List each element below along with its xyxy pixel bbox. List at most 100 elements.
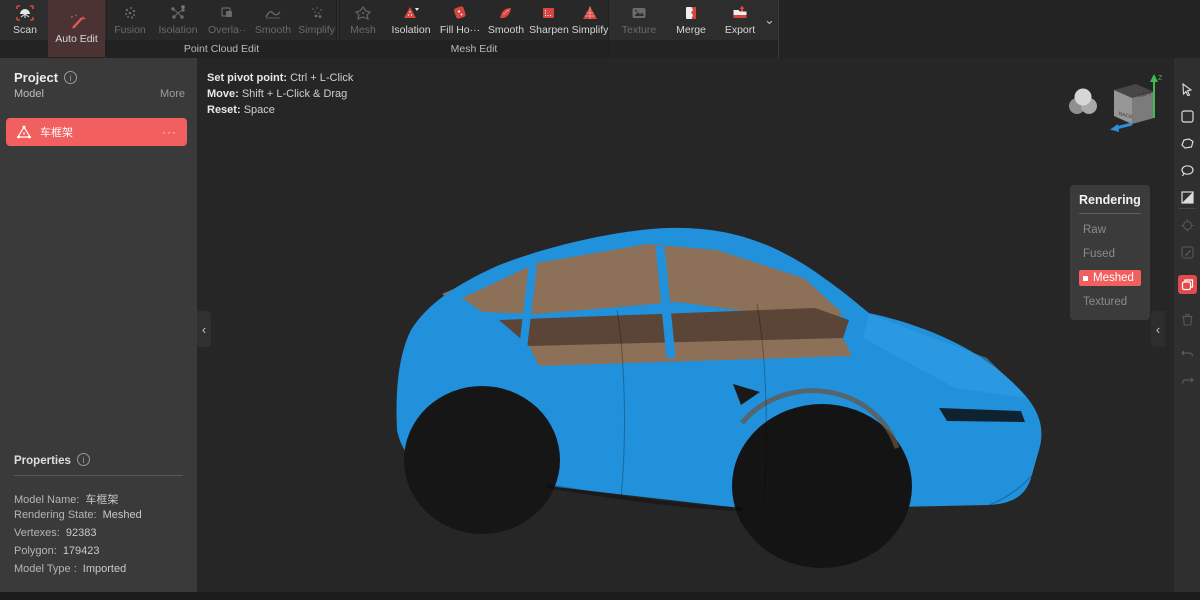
fill-holes-label: Fill Ho··· <box>440 24 480 36</box>
delete-selection-button[interactable] <box>1178 310 1197 329</box>
prop-vertexes: Vertexes:92383 <box>14 527 96 539</box>
toolbar-empty-area <box>778 0 1200 58</box>
scan-button[interactable]: Scan <box>2 0 48 40</box>
overlap-label: Overla·· <box>208 24 246 36</box>
pc-simplify-icon <box>307 4 327 22</box>
lasso-select-button[interactable] <box>1178 161 1197 180</box>
fusion-icon <box>120 4 140 22</box>
mesh-label: Mesh <box>350 24 376 36</box>
expand-selection-button[interactable] <box>1178 216 1197 235</box>
model-section-label: Model <box>14 88 44 100</box>
rendering-option-raw[interactable]: Raw <box>1079 222 1141 238</box>
duplicate-selection-button[interactable] <box>1178 275 1197 294</box>
sharpen-button[interactable]: Sharpen <box>528 0 570 40</box>
pc-smooth-icon <box>263 4 283 22</box>
pc-isolation-button[interactable]: Isolation <box>153 0 203 40</box>
pc-smooth-button[interactable]: Smooth <box>251 0 295 40</box>
rendering-option-fused[interactable]: Fused <box>1079 246 1141 262</box>
pc-simplify-label: Simplify <box>298 24 335 36</box>
pc-simplify-button[interactable]: Simplify <box>295 0 338 40</box>
sharpen-icon <box>539 4 559 22</box>
mesh-isolation-icon <box>401 4 421 22</box>
car-mesh-model[interactable] <box>197 58 1173 592</box>
bottom-status-strip <box>0 592 1200 600</box>
model-item-menu-icon[interactable]: ··· <box>162 125 177 139</box>
rendering-panel-title: Rendering <box>1079 193 1141 214</box>
properties-info-icon[interactable]: i <box>77 453 90 466</box>
redo-button[interactable] <box>1178 370 1197 389</box>
sharpen-label: Sharpen <box>529 24 569 36</box>
auto-edit-label: Auto Edit <box>55 33 98 45</box>
pc-isolation-icon <box>168 4 188 22</box>
texture-label: Texture <box>622 24 656 36</box>
merge-label: Merge <box>676 24 706 36</box>
auto-edit-wand-icon <box>67 13 87 31</box>
cursor-select-button[interactable] <box>1178 80 1197 99</box>
pc-smooth-label: Smooth <box>255 24 291 36</box>
polygon-select-button[interactable] <box>1178 134 1197 153</box>
overlap-button[interactable]: Overla·· <box>203 0 251 40</box>
properties-divider <box>14 475 183 476</box>
project-title: Projecti <box>14 70 77 85</box>
undo-button[interactable] <box>1178 343 1197 362</box>
model-item-name: 车框架 <box>40 124 154 140</box>
invert-selection-button[interactable] <box>1178 188 1197 207</box>
mesh-smooth-label: Smooth <box>488 24 524 36</box>
mesh-smooth-icon <box>496 4 516 22</box>
fill-holes-icon <box>450 4 470 22</box>
mesh-simplify-icon <box>580 4 600 22</box>
rectangle-select-button[interactable] <box>1178 107 1197 126</box>
prop-polygon: Polygon:179423 <box>14 545 100 557</box>
collapse-right-chevron-icon: ‹ <box>1156 322 1160 337</box>
rendering-option-textured[interactable]: Textured <box>1079 294 1141 310</box>
fusion-button[interactable]: Fusion <box>107 0 153 40</box>
project-sidebar: Projecti Model More 车框架 ··· Propertiesi … <box>0 58 197 592</box>
export-button[interactable]: Export <box>716 0 764 40</box>
toolbar-expand-chevron-icon[interactable]: ⌄ <box>764 12 775 28</box>
fill-holes-button[interactable]: Fill Ho··· <box>436 0 484 40</box>
pc-isolation-label: Isolation <box>158 24 197 36</box>
properties-title: Propertiesi <box>14 453 90 467</box>
model-list-item[interactable]: 车框架 ··· <box>6 118 187 146</box>
model-more-link[interactable]: More <box>160 88 185 100</box>
mesh-isolation-label: Isolation <box>391 24 430 36</box>
lighting-indicator-icon[interactable] <box>1065 86 1101 118</box>
properties-panel: Propertiesi Model Name:车框架 Rendering Sta… <box>0 453 197 476</box>
mesh-edit-group: Mesh Isolation Fill Ho··· Smooth Sharpen <box>339 0 609 57</box>
mesh-simplify-label: Simplify <box>572 24 609 36</box>
prop-model-name: Model Name:车框架 <box>14 491 118 507</box>
selected-bullet-icon <box>1083 276 1088 281</box>
mesh-smooth-button[interactable]: Smooth <box>484 0 528 40</box>
selection-tool-rail <box>1173 58 1200 592</box>
auto-edit-button[interactable]: Auto Edit <box>48 0 105 57</box>
rendering-option-meshed[interactable]: Meshed <box>1079 270 1141 286</box>
merge-icon <box>681 4 701 22</box>
edit-selection-button[interactable] <box>1178 243 1197 262</box>
prop-model-type: Model Type :Imported <box>14 563 126 575</box>
sidebar-collapse-handle[interactable]: ‹ <box>197 311 211 347</box>
export-icon <box>730 4 750 22</box>
rendering-panel: Rendering Raw Fused Meshed Textured <box>1070 185 1150 320</box>
viewport-3d[interactable]: Set pivot point: Ctrl + L-Click Move: Sh… <box>197 58 1173 592</box>
rail-collapse-handle[interactable]: ‹ <box>1151 311 1165 347</box>
texture-icon <box>629 4 649 22</box>
collapse-left-chevron-icon: ‹ <box>202 322 206 337</box>
point-cloud-edit-group-label: Point Cloud Edit <box>107 40 336 57</box>
mesh-isolation-button[interactable]: Isolation <box>386 0 436 40</box>
view-cube-z-axis-label: Z <box>1158 75 1163 82</box>
mesh-edit-group-label: Mesh Edit <box>340 40 608 57</box>
fusion-label: Fusion <box>114 24 146 36</box>
mesh-simplify-button[interactable]: Simplify <box>570 0 610 40</box>
project-info-icon[interactable]: i <box>64 71 77 84</box>
merge-button[interactable]: Merge <box>666 0 716 40</box>
point-cloud-edit-group: Fusion Isolation Overla·· Smooth Simplif… <box>106 0 337 57</box>
mesh-button[interactable]: Mesh <box>340 0 386 40</box>
view-cube[interactable]: BACK LEFT Z <box>1102 72 1166 134</box>
texture-button[interactable]: Texture <box>614 0 664 40</box>
scan-label: Scan <box>13 24 37 36</box>
scan-icon <box>15 4 35 22</box>
export-label: Export <box>725 24 755 36</box>
mesh-model-icon <box>16 125 32 139</box>
prop-rendering-state: Rendering State:Meshed <box>14 509 142 521</box>
mesh-icon <box>353 4 373 22</box>
